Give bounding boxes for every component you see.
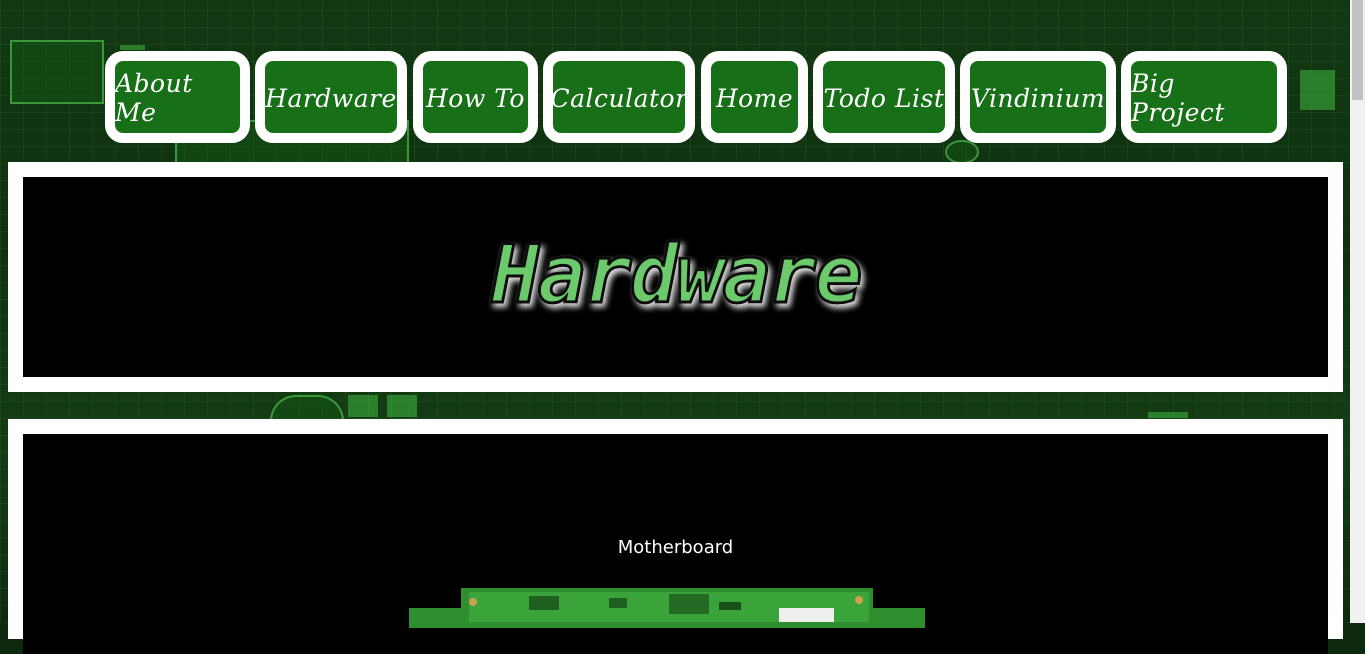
nav-calculator-button[interactable]: Calculator	[543, 51, 695, 143]
main-nav: About Me Hardware How To Calculator Home…	[0, 0, 1350, 160]
bg-deco	[348, 395, 378, 417]
nav-about-me-button[interactable]: About Me	[105, 51, 250, 143]
content-panel: Motherboard	[8, 419, 1343, 654]
nav-hardware-button[interactable]: Hardware	[255, 51, 407, 143]
bg-dial	[270, 395, 344, 421]
hardware-logo-graphic: Hardware	[488, 232, 863, 322]
scrollbar-thumb[interactable]	[1352, 0, 1363, 100]
nav-home-button[interactable]: Home	[701, 51, 808, 143]
nav-big-project-button[interactable]: Big Project	[1121, 51, 1287, 143]
nav-todo-list-button[interactable]: Todo List	[813, 51, 955, 143]
section-title: Motherboard	[617, 537, 734, 558]
nav-vindinium-button[interactable]: Vindinium	[960, 51, 1116, 143]
content-area: Motherboard	[23, 434, 1328, 654]
nav-hardware-label: Hardware	[265, 83, 397, 113]
header-panel: Hardware	[8, 162, 1343, 392]
hardware-logo: Hardware	[23, 177, 1328, 377]
bg-deco	[1148, 412, 1188, 418]
nav-how-to-button[interactable]: How To	[413, 51, 538, 143]
header-banner: Hardware	[23, 177, 1328, 377]
motherboard-image	[409, 588, 925, 628]
nav-calculator-label: Calculator	[550, 83, 688, 113]
nav-home-label: Home	[715, 83, 794, 113]
bg-deco	[387, 395, 417, 417]
nav-about-me-label: About Me	[115, 69, 193, 127]
nav-vindinium-label: Vindinium	[970, 83, 1106, 113]
hardware-logo-text: Hardware	[490, 232, 860, 321]
nav-todo-list-label: Todo List	[823, 83, 945, 113]
nav-how-to-label: How To	[426, 83, 525, 113]
nav-big-project-label: Big Project	[1131, 69, 1225, 127]
